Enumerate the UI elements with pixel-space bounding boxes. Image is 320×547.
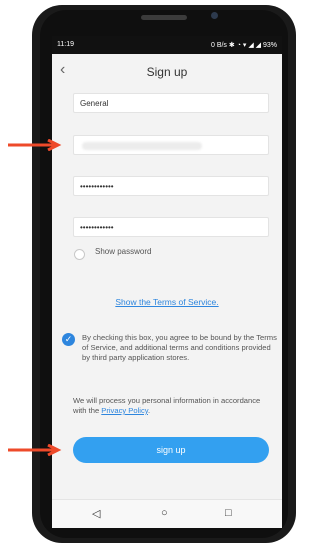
- password-field[interactable]: ••••••••••••: [73, 176, 269, 196]
- nav-recent-icon[interactable]: □: [225, 507, 232, 519]
- username-field[interactable]: General: [73, 93, 269, 113]
- status-icons: 0 B/s ✱ ◔ ▾ ◢ ◢ 93%: [210, 42, 277, 49]
- privacy-policy-link[interactable]: Privacy Policy: [101, 406, 148, 415]
- screen: 11:19 0 B/s ✱ ◔ ▾ ◢ ◢ 93% ‹ Sign up Gene…: [52, 36, 282, 528]
- show-password-label[interactable]: Show password: [95, 247, 151, 256]
- nav-back-icon[interactable]: ◁: [92, 507, 100, 520]
- agreement-text: By checking this box, you agree to be bo…: [82, 333, 277, 362]
- show-password-radio[interactable]: [74, 249, 85, 260]
- page-title: Sign up: [146, 65, 188, 79]
- status-bar: 11:19 0 B/s ✱ ◔ ▾ ◢ ◢ 93%: [52, 36, 282, 54]
- terms-link[interactable]: Show the Terms of Service.: [52, 297, 282, 307]
- privacy-text: We will process you personal information…: [73, 396, 273, 416]
- nav-home-icon[interactable]: ○: [161, 507, 168, 519]
- email-field[interactable]: [73, 135, 269, 155]
- speaker-grille: [141, 15, 187, 20]
- status-time: 11:19: [57, 41, 74, 48]
- arrow-pointer-icon: [8, 139, 62, 151]
- confirm-password-field[interactable]: ••••••••••••: [73, 217, 269, 237]
- privacy-suffix: .: [147, 406, 151, 415]
- front-camera: [211, 12, 218, 19]
- sign-up-button[interactable]: sign up: [73, 437, 269, 463]
- android-nav-bar: ◁ ○ □: [52, 499, 282, 528]
- arrow-pointer-icon: [8, 444, 62, 456]
- header: ‹ Sign up: [52, 54, 282, 90]
- agree-checkbox[interactable]: ✓: [62, 333, 75, 346]
- blurred-value: [82, 142, 202, 150]
